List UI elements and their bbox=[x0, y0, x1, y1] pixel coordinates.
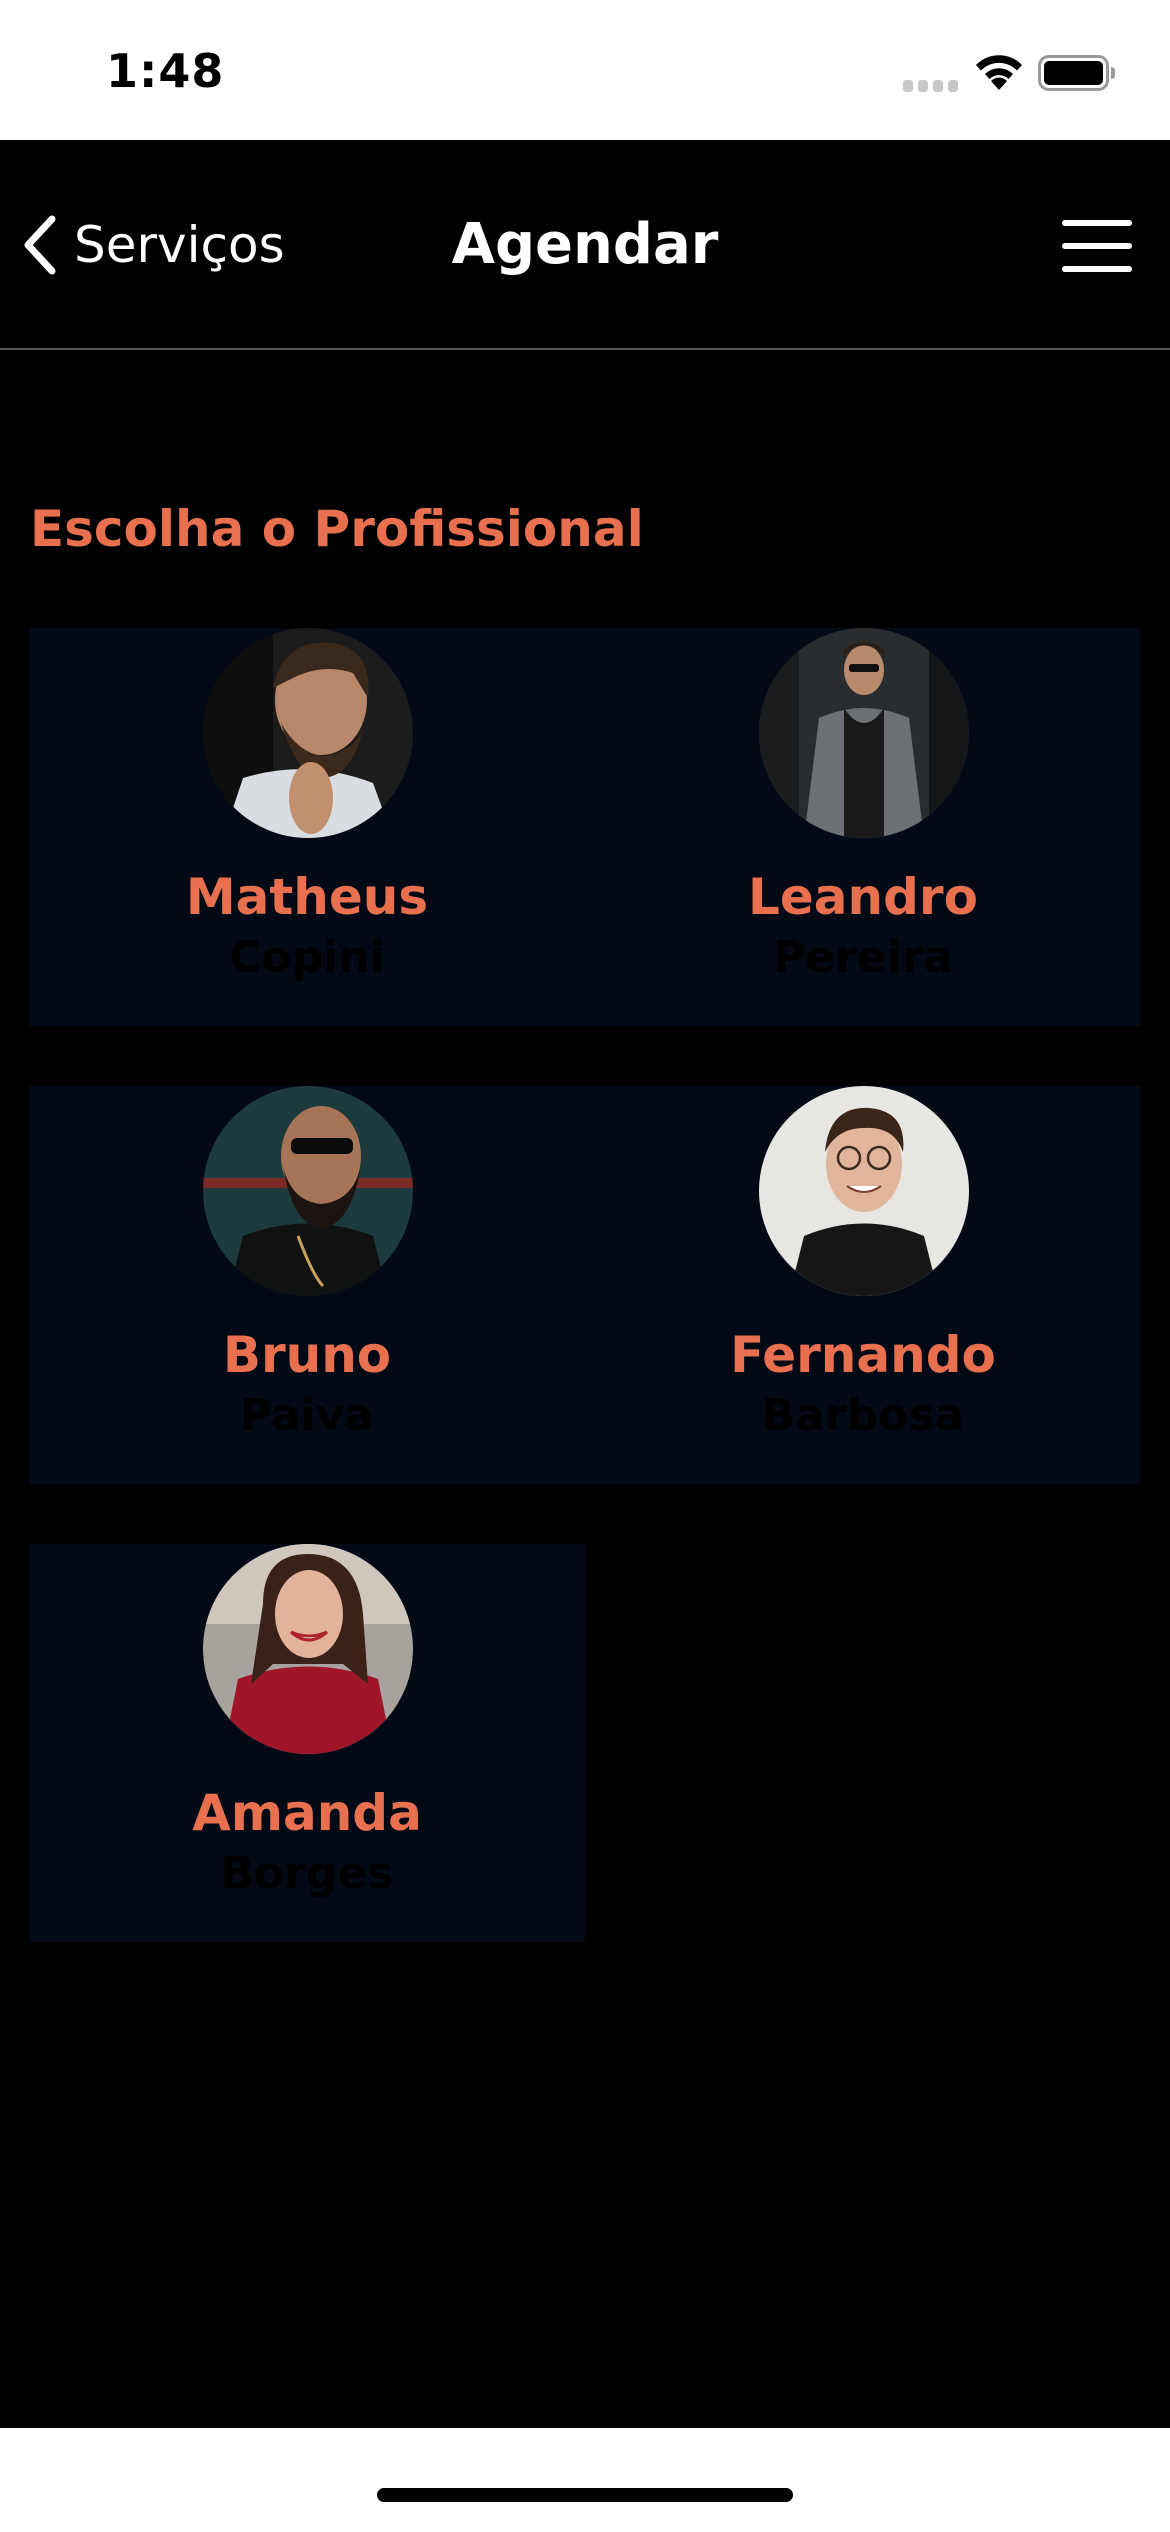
professional-last-name: Pereira bbox=[772, 932, 954, 983]
professional-card-fernando[interactable]: Fernando Barbosa bbox=[585, 1086, 1141, 1484]
home-indicator-area bbox=[0, 2428, 1170, 2532]
menu-button[interactable] bbox=[1062, 218, 1132, 274]
professional-card-matheus[interactable]: Matheus Copini bbox=[29, 628, 585, 1026]
professional-row: Amanda Borges bbox=[29, 1544, 585, 1942]
screen: 1:48 Serviços Agendar Escolha o Profissi… bbox=[0, 0, 1170, 2532]
professional-last-name: Borges bbox=[220, 1848, 394, 1899]
chevron-left-icon bbox=[24, 215, 56, 275]
avatar bbox=[759, 628, 969, 838]
professional-first-name: Bruno bbox=[222, 1326, 392, 1384]
avatar bbox=[203, 628, 413, 838]
navigation-bar: Serviços Agendar bbox=[0, 140, 1170, 350]
professional-row: Matheus Copini Leandro Pereira bbox=[29, 628, 1141, 1026]
professional-card-bruno[interactable]: Bruno Paiva bbox=[29, 1086, 585, 1484]
avatar bbox=[203, 1544, 413, 1754]
battery-icon bbox=[1038, 55, 1115, 91]
professional-last-name: Paiva bbox=[239, 1390, 375, 1441]
professional-card-amanda[interactable]: Amanda Borges bbox=[29, 1544, 585, 1942]
avatar bbox=[759, 1086, 969, 1296]
professional-first-name: Matheus bbox=[185, 868, 429, 926]
professional-last-name: Barbosa bbox=[761, 1390, 965, 1441]
cellular-signal-icon bbox=[903, 80, 958, 92]
professional-row: Bruno Paiva Fernando Barbosa bbox=[29, 1086, 1141, 1484]
status-time: 1:48 bbox=[106, 44, 225, 98]
professional-card-leandro[interactable]: Leandro Pereira bbox=[585, 628, 1141, 1026]
professional-last-name: Copini bbox=[229, 932, 385, 983]
avatar bbox=[203, 1086, 413, 1296]
professional-first-name: Fernando bbox=[730, 1326, 996, 1384]
status-bar: 1:48 bbox=[0, 0, 1170, 140]
back-button-label: Serviços bbox=[74, 216, 285, 274]
professional-first-name: Amanda bbox=[192, 1784, 422, 1842]
home-indicator[interactable] bbox=[377, 2488, 793, 2502]
back-button[interactable]: Serviços bbox=[18, 210, 285, 280]
section-title: Escolha o Profissional bbox=[30, 500, 644, 558]
wifi-icon bbox=[976, 55, 1022, 90]
professional-first-name: Leandro bbox=[748, 868, 978, 926]
